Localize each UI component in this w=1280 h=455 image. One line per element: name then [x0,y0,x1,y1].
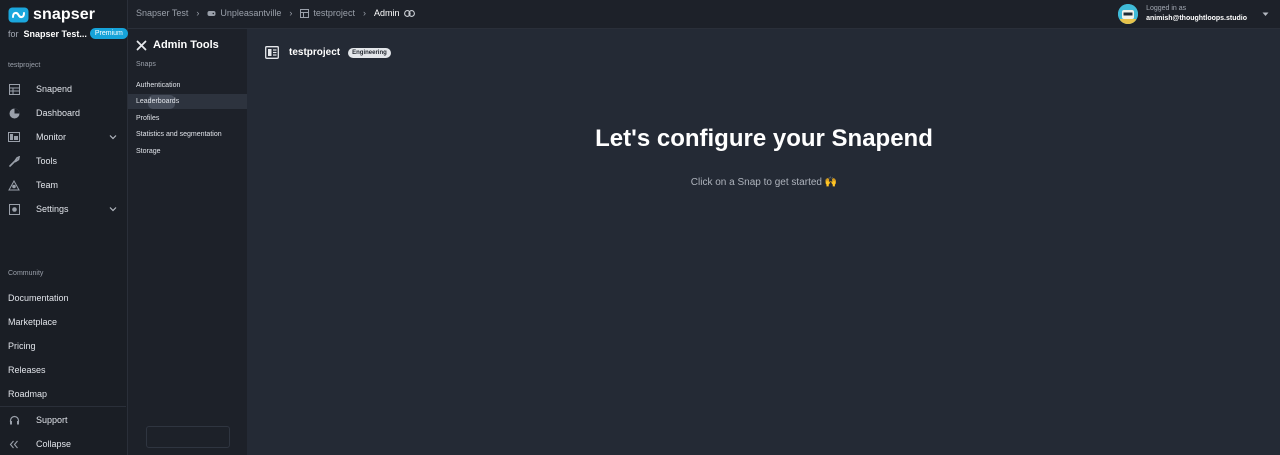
snap-item-statistics[interactable]: Statistics and segmentation [128,127,247,142]
chevron-down-icon[interactable] [109,205,117,213]
sidebar-item-label: Settings [36,204,69,214]
link-icon[interactable] [404,9,416,17]
link-documentation[interactable]: Documentation [8,293,69,303]
org-name: Snapser Test... [23,28,87,39]
pie-chart-icon [8,107,20,119]
gamepad-icon [207,10,216,16]
admin-tools-heading: Admin Tools [136,39,219,51]
breadcrumb-separator-icon: › [289,8,293,18]
sidebar-item-label: Snapend [36,84,73,94]
link-pricing[interactable]: Pricing [8,341,36,351]
settings-icon [8,203,20,215]
snap-item-storage[interactable]: Storage [128,144,247,159]
collapse-label: Collapse [36,439,72,449]
breadcrumb: Snapser Test › Unpleasantville › testpro… [136,8,416,18]
panel-footer-box [146,426,230,448]
snap-item-label: Authentication [136,82,181,89]
main-sidebar: snapser for Snapser Test... Premium test… [0,0,128,455]
snap-item-label: Statistics and segmentation [136,131,222,138]
empty-state-title: Let's configure your Snapend [595,125,933,152]
sidebar-item-team[interactable]: Team [0,174,126,196]
snap-item-leaderboards[interactable]: Leaderboards [128,94,247,109]
snap-item-label: Leaderboards [136,98,180,105]
project-label: testproject [8,62,41,69]
breadcrumb-current: Admin [373,8,400,18]
monitor-icon [8,131,20,143]
sidebar-item-dashboard[interactable]: Dashboard [0,102,126,124]
sidebar-item-settings[interactable]: Settings [0,198,126,220]
empty-state-subtitle: Click on a Snap to get started 🙌 [690,177,838,188]
admin-tools-panel: Admin Tools Snaps Authentication Leaderb… [128,29,247,455]
team-icon [8,179,20,191]
double-chevron-left-icon [8,438,20,450]
tools-icon [136,40,147,50]
snap-item-authentication[interactable]: Authentication [128,78,247,93]
sidebar-item-tools[interactable]: Tools [0,150,126,172]
breadcrumb-game[interactable]: Unpleasantville [220,8,281,18]
sidebar-item-label: Tools [36,156,58,166]
caret-down-icon[interactable] [1262,12,1269,17]
link-marketplace[interactable]: Marketplace [8,317,57,327]
login-caption: Logged in as [1146,5,1187,12]
project-icon [265,46,279,59]
project-header: testproject Engineering [265,46,391,59]
sidebar-item-label: Team [36,180,59,190]
sidebar-divider [0,406,126,407]
sidebar-item-label: Dashboard [36,108,81,118]
org-prefix: for [8,28,19,39]
org-selector[interactable]: for Snapser Test... Premium [8,28,128,39]
snap-item-profiles[interactable]: Profiles [128,111,247,126]
sidebar-item-label: Monitor [36,132,67,142]
project-grid-icon [300,8,310,18]
project-name: testproject [289,47,341,58]
support-button[interactable]: Support [0,409,126,431]
sidebar-item-snapend[interactable]: Snapend [0,78,126,100]
environment-badge: Engineering [348,47,391,58]
avatar [1118,4,1139,24]
snaps-section-label: Snaps [136,61,156,68]
sidebar-item-monitor[interactable]: Monitor [0,126,126,148]
admin-tools-title: Admin Tools [153,39,219,51]
wrench-icon [8,155,20,167]
grid-icon [8,83,20,95]
chevron-down-icon[interactable] [109,133,117,141]
support-label: Support [36,415,68,425]
link-roadmap[interactable]: Roadmap [8,389,47,399]
breadcrumb-separator-icon: › [196,8,200,18]
collapse-button[interactable]: Collapse [0,433,126,455]
top-bar: Snapser Test › Unpleasantville › testpro… [128,0,1280,29]
link-releases[interactable]: Releases [8,365,46,375]
community-label: Community [8,270,44,277]
user-menu[interactable]: Logged in as animish@thoughtloops.studio [1118,4,1269,24]
premium-badge: Premium [89,28,128,39]
breadcrumb-org[interactable]: Snapser Test [136,8,188,18]
login-info: Logged in as animish@thoughtloops.studio [1146,4,1247,24]
snapser-logo-icon [8,7,29,23]
breadcrumb-project[interactable]: testproject [313,8,355,18]
user-email: animish@thoughtloops.studio [1146,15,1247,22]
main-content: testproject Engineering Let's configure … [248,29,1280,455]
breadcrumb-separator-icon: › [362,8,366,18]
headset-icon [8,414,20,426]
brand-logo[interactable]: snapser [8,6,95,24]
snap-item-label: Storage [136,148,161,155]
brand-name: snapser [33,6,96,23]
snap-item-label: Profiles [136,115,160,122]
